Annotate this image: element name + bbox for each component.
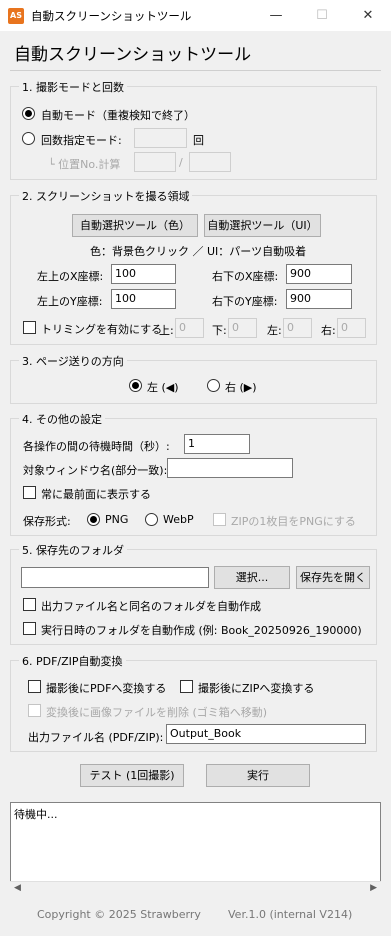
section-save-folder-title: 5. 保存先のフォルダ: [19, 542, 127, 558]
auto-mode-label: 自動モード（重複検知で終了）: [41, 109, 195, 122]
trim-label: トリミングを有効にする: [41, 323, 163, 336]
count-input: [134, 128, 187, 148]
count-unit: 回: [193, 134, 204, 147]
maximize-button: ☐: [316, 8, 328, 23]
auto-select-hint: 色：背景色クリック ／ UI：パーツ自動吸着: [90, 245, 307, 258]
select-folder-button[interactable]: 選択...: [214, 566, 290, 589]
scroll-right-icon[interactable]: ▶: [370, 883, 377, 893]
trim-left-label: 左:: [267, 324, 282, 337]
scroll-left-icon[interactable]: ◀: [14, 883, 21, 893]
app-header: 自動スクリーンショットツール: [14, 45, 252, 65]
section-other-settings-title: 4. その他の設定: [19, 411, 105, 427]
trim-top-label: 上:: [159, 324, 174, 337]
close-button[interactable]: ✕: [345, 0, 391, 31]
trim-right-label: 右:: [321, 324, 336, 337]
section-capture-mode-title: 1. 撮影モードと回数: [19, 79, 127, 95]
top-left-x-input[interactable]: 100: [111, 264, 176, 284]
run-button[interactable]: 実行: [206, 764, 310, 787]
format-png-label: PNG: [105, 513, 129, 526]
bottom-right-y-input[interactable]: 900: [286, 289, 352, 309]
direction-right-radio[interactable]: [207, 379, 220, 392]
zip-first-png-checkbox: [213, 513, 226, 526]
always-on-top-label: 常に最前面に表示する: [41, 488, 151, 501]
output-filename-input[interactable]: Output_Book: [166, 724, 366, 744]
delete-images-label: 変換後に画像ファイルを削除 (ゴミ箱へ移動): [46, 706, 268, 719]
direction-left-label: 左 (◀): [147, 381, 179, 394]
header-divider: [10, 70, 381, 71]
position-start-input: [134, 152, 176, 172]
app-icon: AS: [8, 8, 24, 24]
section-capture-mode: 1. 撮影モードと回数 自動モード（重複検知で終了） 回数指定モード: 回 └ …: [10, 79, 377, 180]
version-text: Ver.1.0 (internal V214): [228, 908, 353, 921]
section-page-direction: 3. ページ送りの方向 左 (◀) 右 (▶): [10, 353, 377, 404]
open-folder-button[interactable]: 保存先を開く: [296, 566, 370, 589]
copyright-text: Copyright © 2025 Strawberry: [37, 908, 201, 921]
log-horizontal-scrollbar[interactable]: ◀ ▶: [10, 881, 381, 898]
count-mode-radio[interactable]: [22, 132, 35, 145]
trim-left-input: 0: [283, 318, 312, 338]
wait-time-label: 各操作の間の待機時間（秒）:: [23, 440, 170, 453]
wait-time-input[interactable]: 1: [184, 434, 250, 454]
section-save-folder: 5. 保存先のフォルダ 選択... 保存先を開く 出力ファイル名と同名のフォルダ…: [10, 542, 377, 645]
datetime-folder-label: 実行日時のフォルダを自動作成 (例: Book_20250926_190000): [41, 624, 362, 637]
trim-top-input: 0: [175, 318, 204, 338]
section-capture-area: 2. スクリーンショットを撮る領域 自動選択ツール（色） 自動選択ツール（UI）…: [10, 188, 377, 345]
same-name-folder-checkbox[interactable]: [23, 598, 36, 611]
same-name-folder-label: 出力ファイル名と同名のフォルダを自動作成: [41, 600, 261, 613]
target-window-label: 対象ウィンドウ名(部分一致):: [23, 464, 168, 477]
datetime-folder-checkbox[interactable]: [23, 622, 36, 635]
convert-zip-checkbox[interactable]: [180, 680, 193, 693]
position-end-input: [189, 152, 231, 172]
folder-path-input[interactable]: [21, 567, 209, 588]
always-on-top-checkbox[interactable]: [23, 486, 36, 499]
position-calc-label: └ 位置No.計算: [48, 158, 121, 171]
delete-images-checkbox: [28, 704, 41, 717]
zip-first-png-label: ZIPの1枚目をPNGにする: [231, 515, 356, 528]
minimize-button[interactable]: —: [253, 0, 299, 31]
window-title: 自動スクリーンショットツール: [31, 9, 192, 23]
title-bar: AS 自動スクリーンショットツール — ☐ ✕: [0, 0, 391, 31]
trim-bottom-input: 0: [228, 318, 257, 338]
trim-right-input: 0: [337, 318, 366, 338]
section-other-settings: 4. その他の設定 各操作の間の待機時間（秒）: 1 対象ウィンドウ名(部分一致…: [10, 411, 377, 536]
output-filename-label: 出力ファイル名 (PDF/ZIP):: [28, 731, 164, 744]
format-webp-label: WebP: [163, 513, 194, 526]
bottom-right-y-label: 右下のY座標:: [212, 295, 278, 308]
position-separator: /: [179, 156, 183, 169]
auto-select-ui-button[interactable]: 自動選択ツール（UI）: [204, 214, 321, 237]
section-capture-area-title: 2. スクリーンショットを撮る領域: [19, 188, 193, 204]
section-page-direction-title: 3. ページ送りの方向: [19, 353, 127, 369]
convert-pdf-checkbox[interactable]: [28, 680, 41, 693]
top-left-x-label: 左上のX座標:: [37, 270, 104, 283]
direction-right-label: 右 (▶): [225, 381, 257, 394]
format-webp-radio[interactable]: [145, 513, 158, 526]
format-png-radio[interactable]: [87, 513, 100, 526]
test-button[interactable]: テスト (1回撮影): [80, 764, 184, 787]
convert-pdf-label: 撮影後にPDFへ変換する: [46, 682, 167, 695]
bottom-right-x-label: 右下のX座標:: [212, 270, 279, 283]
save-format-label: 保存形式:: [23, 515, 71, 528]
section-pdf-zip-title: 6. PDF/ZIP自動変換: [19, 653, 126, 669]
target-window-input[interactable]: [167, 458, 293, 478]
trim-checkbox[interactable]: [23, 321, 36, 334]
log-text: 待機中...: [14, 808, 58, 821]
convert-zip-label: 撮影後にZIPへ変換する: [198, 682, 315, 695]
auto-select-color-button[interactable]: 自動選択ツール（色）: [72, 214, 198, 237]
top-left-y-label: 左上のY座標:: [37, 295, 103, 308]
top-left-y-input[interactable]: 100: [111, 289, 176, 309]
bottom-right-x-input[interactable]: 900: [286, 264, 352, 284]
auto-mode-radio[interactable]: [22, 107, 35, 120]
trim-bottom-label: 下:: [212, 324, 227, 337]
section-pdf-zip: 6. PDF/ZIP自動変換 撮影後にPDFへ変換する 撮影後にZIPへ変換する…: [10, 653, 377, 752]
direction-left-radio[interactable]: [129, 379, 142, 392]
count-mode-label: 回数指定モード:: [41, 134, 122, 147]
